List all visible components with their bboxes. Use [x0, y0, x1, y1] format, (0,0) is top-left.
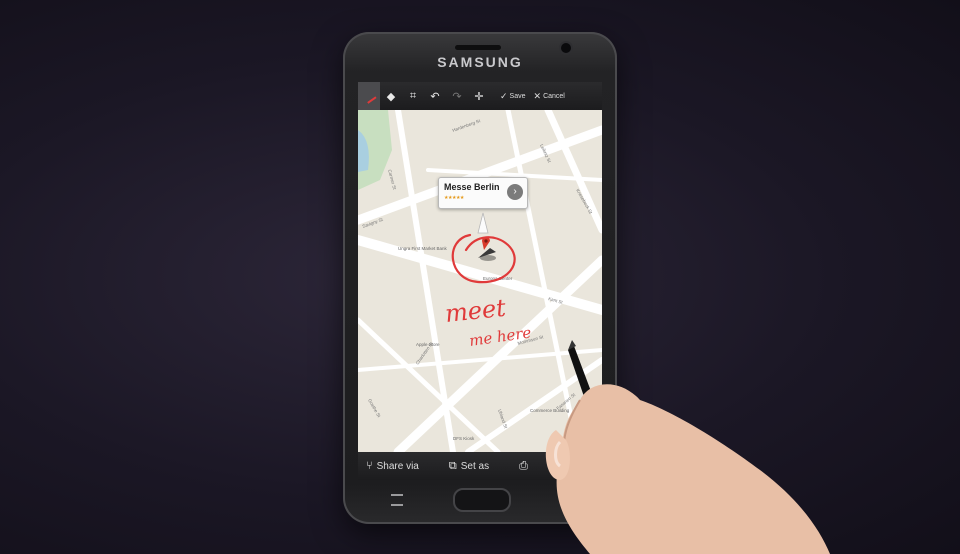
share-via-button[interactable]: ⑂ Share via [358, 460, 427, 472]
place-label: Apple Store [416, 342, 440, 347]
redo-button[interactable]: ↷ [446, 82, 468, 110]
earpiece-speaker [455, 45, 501, 50]
callout-title: Messe Berlin [444, 182, 500, 192]
share-label: Share via [376, 460, 419, 472]
set-as-button[interactable]: ⧉ Set as [441, 460, 497, 473]
cancel-label: Cancel [543, 92, 565, 100]
move-icon: ✛ [474, 90, 484, 103]
menu-key-icon[interactable] [391, 494, 403, 506]
pen-tool-button[interactable] [358, 82, 380, 110]
callout-details-button[interactable]: › [507, 184, 523, 200]
home-button[interactable] [453, 488, 511, 512]
place-callout[interactable]: Messe Berlin ★★★★★ › [438, 177, 528, 209]
place-label: DFS Kiosk [453, 436, 475, 441]
check-icon: ✓ [500, 90, 508, 101]
hand-shape [556, 384, 830, 554]
setas-label: Set as [460, 460, 490, 472]
front-camera [561, 43, 571, 53]
undo-icon: ↶ [430, 90, 440, 103]
close-icon: ✕ [533, 90, 542, 101]
undo-button[interactable]: ↶ [424, 82, 446, 110]
redo-icon: ↷ [452, 90, 462, 103]
crop-button[interactable]: ⌗ [402, 82, 424, 110]
set-as-icon: ⧉ [448, 459, 457, 472]
brand-logo: SAMSUNG [437, 54, 523, 70]
eraser-icon: ◆ [386, 90, 396, 103]
move-button[interactable]: ✛ [468, 82, 490, 110]
rating-stars: ★★★★★ [444, 195, 464, 201]
crop-icon: ⌗ [409, 89, 417, 102]
eraser-button[interactable]: ◆ [380, 82, 402, 110]
place-label: Ungra First Market Bank [398, 246, 448, 251]
hand-holding-stylus [545, 340, 830, 554]
cancel-button[interactable]: ✕ Cancel [530, 91, 569, 102]
save-label: Save [509, 92, 526, 100]
pen-icon [361, 88, 377, 104]
share-icon: ⑂ [366, 460, 373, 472]
edit-toolbar: ◆ ⌗ ↶ ↷ ✛ ✓ Save ✕ Cancel [358, 82, 602, 110]
save-button[interactable]: ✓ Save [496, 91, 530, 102]
